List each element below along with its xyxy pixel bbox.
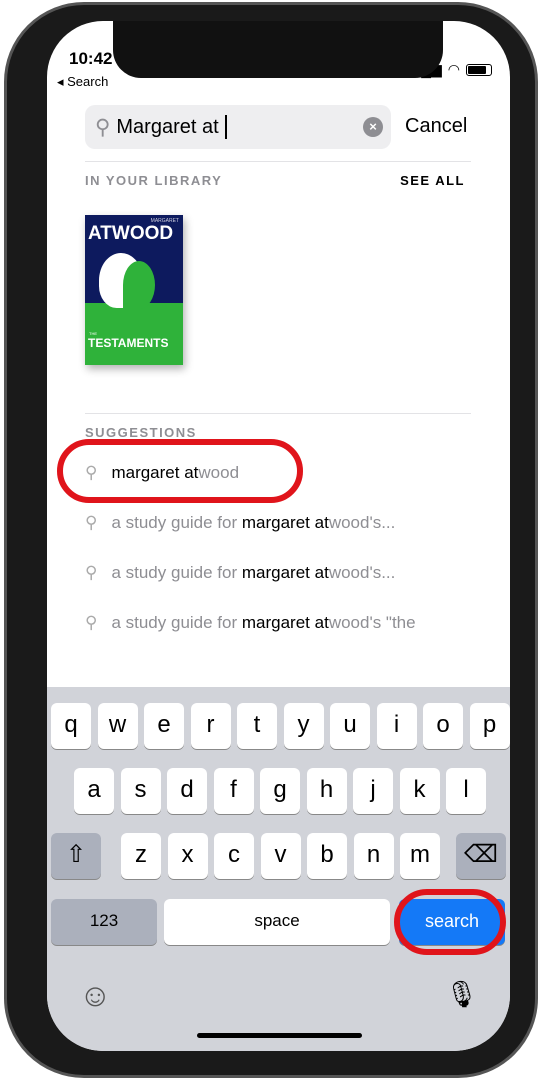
key-b[interactable]: b — [307, 833, 347, 879]
library-header: IN YOUR LIBRARY — [85, 173, 223, 188]
battery-icon — [466, 63, 492, 76]
key-e[interactable]: e — [144, 703, 184, 749]
keyboard: qwertyuiop asdfghjkl zxcvbnm ⇧ ⌫ 123 space… — [47, 687, 510, 1051]
key-l[interactable]: l — [446, 768, 486, 814]
key-i[interactable]: i — [376, 703, 417, 749]
key-j[interactable]: j — [353, 768, 393, 814]
key-n[interactable]: n — [353, 833, 394, 879]
key-z[interactable]: z — [121, 833, 161, 879]
highlight-ring — [394, 889, 506, 955]
search-input[interactable]: ⚲ Margaret at × — [85, 105, 391, 149]
cover-text: TESTAMENTS — [88, 336, 169, 350]
suggestion-item[interactable]: ⚲ a study guide for margaret atwood's "th… — [85, 613, 416, 633]
suggestion-item[interactable]: ⚲ a study guide for margaret atwood's... — [85, 513, 395, 533]
search-query: Margaret at — [116, 115, 219, 138]
see-all-button[interactable]: SEE ALL — [400, 173, 465, 188]
divider — [85, 413, 471, 414]
microphone-icon[interactable]: 🎙 — [445, 979, 478, 1010]
key-u[interactable]: u — [330, 703, 370, 749]
delete-key[interactable]: ⌫ — [456, 833, 506, 879]
key-s[interactable]: s — [120, 768, 161, 814]
cancel-button[interactable]: Cancel — [405, 115, 467, 138]
home-indicator[interactable] — [197, 1033, 362, 1038]
key-w[interactable]: w — [97, 703, 138, 749]
shift-key[interactable]: ⇧ — [51, 833, 101, 879]
key-g[interactable]: g — [260, 768, 300, 814]
key-y[interactable]: y — [283, 703, 324, 749]
emoji-icon[interactable]: ☺ — [79, 977, 112, 1014]
key-r[interactable]: r — [190, 703, 231, 749]
wifi-icon: ◠ — [447, 61, 460, 77]
key-x[interactable]: x — [167, 833, 208, 879]
phone-frame: 10:42 ◂ Search ▂▄▆ ◠ ⚲ Margaret at × Can… — [4, 2, 538, 1078]
key-d[interactable]: d — [167, 768, 207, 814]
back-to-search-link[interactable]: ◂ Search — [57, 74, 108, 90]
search-icon: ⚲ — [85, 563, 98, 582]
key-c[interactable]: c — [214, 833, 254, 879]
notch — [113, 21, 443, 78]
key-o[interactable]: o — [423, 703, 463, 749]
numbers-key[interactable]: 123 — [51, 899, 157, 945]
key-h[interactable]: h — [306, 768, 347, 814]
screen: 10:42 ◂ Search ▂▄▆ ◠ ⚲ Margaret at × Can… — [47, 21, 510, 1051]
key-q[interactable]: q — [51, 703, 91, 749]
key-t[interactable]: t — [237, 703, 277, 749]
key-a[interactable]: a — [74, 768, 114, 814]
divider — [85, 161, 471, 162]
back-label: Search — [67, 74, 109, 89]
text-cursor — [224, 115, 227, 139]
space-key[interactable]: space — [164, 899, 390, 945]
search-icon: ⚲ — [85, 613, 98, 632]
key-m[interactable]: m — [400, 833, 440, 879]
key-v[interactable]: v — [260, 833, 301, 879]
clear-icon[interactable]: × — [363, 117, 383, 137]
highlight-ring — [57, 439, 303, 503]
search-icon: ⚲ — [85, 513, 98, 532]
book-cover-the-testaments[interactable]: MARGARET ATWOOD THE TESTAMENTS — [85, 215, 183, 365]
key-f[interactable]: f — [213, 768, 254, 814]
suggestion-item[interactable]: ⚲ a study guide for margaret atwood's... — [85, 563, 395, 583]
key-p[interactable]: p — [469, 703, 510, 749]
status-time: 10:42 — [69, 49, 113, 68]
search-icon: ⚲ — [95, 115, 111, 139]
key-k[interactable]: k — [399, 768, 440, 814]
suggestions-header: SUGGESTIONS — [85, 425, 197, 440]
cover-text: ATWOOD — [88, 223, 174, 244]
